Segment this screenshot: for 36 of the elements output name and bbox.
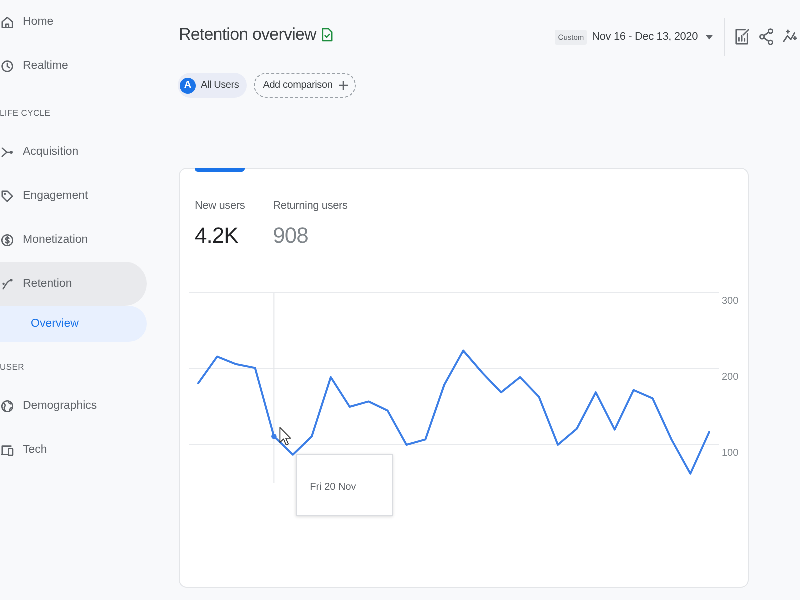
metric-tab[interactable]: New users 4.2K — [195, 168, 246, 250]
tag-icon — [1, 190, 14, 202]
doc-check-icon[interactable] — [322, 28, 334, 42]
clock-icon — [1, 60, 14, 72]
point-marker-icon — [272, 434, 277, 440]
plus-icon — [338, 81, 348, 90]
nav-item[interactable]: Tech — [0, 428, 147, 472]
nav-item[interactable]: Retention — [0, 262, 147, 306]
report-edit-icon[interactable] — [735, 28, 750, 46]
segment-chip[interactable]: A All Users — [178, 73, 248, 98]
curve-icon — [1, 278, 14, 290]
caret-icon — [706, 34, 713, 40]
home-icon — [1, 16, 14, 28]
segment-avatar: A — [180, 78, 196, 94]
section-label: USER — [0, 362, 24, 372]
section-label: LIFE CYCLE — [0, 108, 51, 118]
share-icon[interactable] — [759, 28, 774, 46]
y-axis-label: 200 — [722, 372, 739, 383]
nav-item[interactable]: Engagement — [0, 174, 147, 218]
page-title: Retention overview — [179, 24, 316, 46]
nav-item[interactable]: Monetization — [0, 218, 147, 262]
add-comparison-button[interactable]: Add comparison — [254, 73, 356, 98]
nav-item[interactable]: Realtime — [0, 44, 147, 88]
metric-tab[interactable]: Returning users 908 — [273, 168, 348, 250]
nav-item[interactable]: Acquisition — [0, 130, 147, 174]
nav-subitem[interactable]: Overview — [0, 306, 147, 342]
y-axis-label: 300 — [722, 296, 739, 307]
dollar-icon — [1, 234, 14, 246]
tooltip-date: Fri 20 Nov — [310, 482, 356, 493]
cursor-icon — [280, 427, 292, 446]
y-axis-label: 100 — [722, 448, 739, 459]
globe-icon — [1, 400, 14, 412]
nav-item[interactable]: Demographics — [0, 384, 147, 428]
branch-icon — [1, 146, 14, 158]
nav-item[interactable]: Home — [0, 0, 147, 44]
devices-icon — [1, 444, 14, 456]
